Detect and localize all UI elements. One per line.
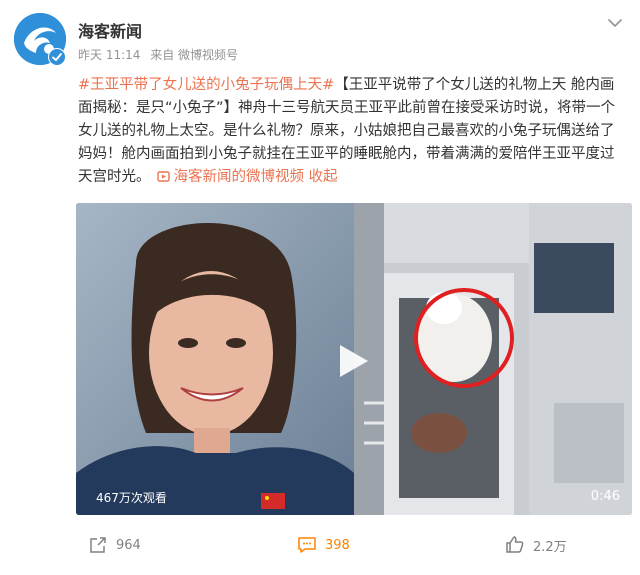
video-thumbnail-astronaut <box>76 203 354 515</box>
comment-icon <box>298 537 316 553</box>
chevron-down-icon[interactable] <box>606 14 624 32</box>
post-time[interactable]: 昨天 11:14 <box>78 48 140 62</box>
video-source-link[interactable]: 海客新闻的微博视频 <box>174 169 305 185</box>
video-thumbnail-cabin <box>354 203 632 515</box>
repost-count: 964 <box>116 537 141 553</box>
repost-button[interactable]: 964 <box>88 533 141 557</box>
repost-icon <box>90 537 106 553</box>
view-count: 467万次观看 <box>96 491 167 505</box>
post-content: #王亚平带了女儿送的小兔子玩偶上天#【王亚平说带了个女儿送的礼物上天 舱内画面揭… <box>78 74 626 189</box>
post-header: 海客新闻 昨天 11:14 来自 微博视频号 <box>0 0 640 72</box>
comment-button[interactable]: 398 <box>297 533 350 557</box>
post-meta: 昨天 11:14 来自 微博视频号 <box>78 46 244 63</box>
action-bar: 964 398 2.2万 <box>0 525 640 565</box>
collapse-link[interactable]: 收起 <box>309 169 338 185</box>
video-player[interactable]: 467万次观看 0:46 <box>76 203 632 515</box>
author-name[interactable]: 海客新闻 <box>78 18 142 42</box>
video-duration: 0:46 <box>590 489 620 504</box>
play-icon[interactable] <box>338 343 370 379</box>
comment-count: 398 <box>325 537 350 553</box>
video-link-icon <box>156 171 170 182</box>
post-source: 来自 微博视频号 <box>150 48 239 62</box>
like-count: 2.2万 <box>533 539 567 555</box>
hashtag-link[interactable]: #王亚平带了女儿送的小兔子玩偶上天# <box>78 77 334 93</box>
verified-badge-icon <box>48 48 66 66</box>
like-button[interactable]: 2.2万 <box>505 533 567 557</box>
like-icon <box>506 536 524 553</box>
